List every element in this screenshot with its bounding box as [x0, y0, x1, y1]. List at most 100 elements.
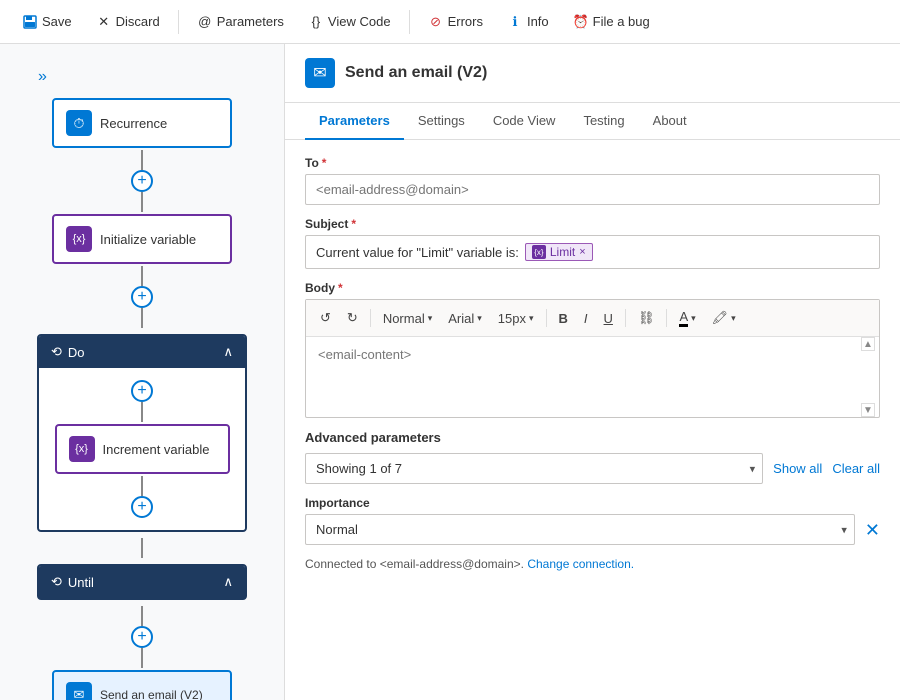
init-variable-label: Initialize variable: [100, 232, 196, 247]
body-scrollbar-area: <email-content> ▲ ▼: [306, 337, 879, 417]
add-step-do-bottom[interactable]: +: [131, 496, 153, 518]
do-icon: ⟲: [51, 344, 62, 360]
subject-field[interactable]: Current value for "Limit" variable is: {…: [305, 235, 880, 269]
body-editor: ↺ ↻ Normal ▾ Arial ▾ 15px ▾: [305, 299, 880, 418]
line-do-b: [141, 476, 143, 496]
clear-all-button[interactable]: Clear all: [832, 461, 880, 476]
token-label: Limit: [550, 245, 575, 259]
add-step-3[interactable]: +: [131, 626, 153, 648]
editor-sep-4: [666, 309, 667, 327]
importance-field-label: Importance: [305, 496, 880, 510]
tab-settings[interactable]: Settings: [404, 103, 479, 140]
toolbar-divider-2: [409, 10, 410, 34]
increment-variable-node[interactable]: {x} Increment variable: [55, 424, 230, 474]
add-step-2[interactable]: +: [131, 286, 153, 308]
tab-about[interactable]: About: [639, 103, 701, 140]
line-1b: [141, 192, 143, 212]
parameters-button[interactable]: @ Parameters: [187, 10, 294, 34]
send-email-node[interactable]: ✉ Send an email (V2) ⛓: [52, 670, 232, 700]
highlight-chevron: ▾: [731, 313, 736, 324]
recurrence-node[interactable]: ⏱ Recurrence: [52, 98, 232, 148]
line-3: [141, 538, 143, 558]
undo-button[interactable]: ↺: [314, 307, 337, 329]
subject-required: *: [351, 217, 356, 231]
send-email-label: Send an email (V2): [100, 688, 203, 700]
scroll-up-arrow[interactable]: ▲: [861, 337, 875, 351]
font-dropdown[interactable]: Arial ▾: [442, 308, 488, 329]
editor-toolbar: ↺ ↻ Normal ▾ Arial ▾ 15px ▾: [306, 300, 879, 337]
connector-4: +: [131, 606, 153, 668]
italic-button[interactable]: I: [578, 308, 594, 329]
increment-variable-icon: {x}: [69, 436, 95, 462]
showing-select-wrap: Showing 1 of 7 ▾: [305, 453, 763, 484]
bug-icon: ⏰: [573, 14, 589, 30]
connector-3: [141, 538, 143, 558]
expand-panel-button[interactable]: »: [30, 64, 55, 90]
change-connection-link[interactable]: Change connection.: [527, 557, 634, 571]
view-code-button[interactable]: {} View Code: [298, 10, 401, 34]
remove-importance-button[interactable]: ✕: [865, 521, 880, 539]
connector-do-top: +: [131, 380, 153, 422]
right-panel: ✉ Send an email (V2) Parameters Settings…: [285, 44, 900, 700]
tab-parameters[interactable]: Parameters: [305, 103, 404, 140]
until-collapse-icon[interactable]: ∧: [223, 574, 233, 590]
showing-select[interactable]: Showing 1 of 7: [305, 453, 763, 484]
tab-testing[interactable]: Testing: [569, 103, 638, 140]
save-icon: [22, 14, 38, 30]
add-step-do-top[interactable]: +: [131, 380, 153, 402]
scroll-down-arrow[interactable]: ▼: [861, 403, 875, 417]
do-collapse-icon[interactable]: ∧: [223, 344, 233, 360]
token-icon: {x}: [532, 245, 546, 259]
until-header-left: ⟲ Until: [51, 574, 94, 590]
do-container: ⟲ Do ∧ + {x} Increment variable +: [37, 334, 247, 532]
tab-code-view[interactable]: Code View: [479, 103, 570, 140]
font-chevron: ▾: [477, 313, 482, 324]
line-4: [141, 606, 143, 626]
do-body: + {x} Increment variable +: [39, 368, 245, 530]
save-button[interactable]: Save: [12, 10, 82, 34]
connector-2: +: [131, 266, 153, 328]
parameters-icon: @: [197, 14, 213, 30]
recurrence-label: Recurrence: [100, 116, 167, 131]
errors-icon: ⊘: [428, 14, 444, 30]
highlight-dropdown[interactable]: 🖍 ▾: [706, 307, 742, 329]
style-chevron: ▾: [428, 313, 433, 324]
line-4b: [141, 648, 143, 668]
errors-button[interactable]: ⊘ Errors: [418, 10, 493, 34]
discard-button[interactable]: ✕ Discard: [86, 10, 170, 34]
redo-button[interactable]: ↻: [341, 307, 364, 329]
line-do: [141, 402, 143, 422]
token-remove[interactable]: ×: [579, 246, 585, 258]
font-color-dropdown[interactable]: A ▾: [673, 306, 701, 330]
do-header[interactable]: ⟲ Do ∧: [39, 336, 245, 368]
to-input[interactable]: [305, 174, 880, 205]
init-variable-icon: {x}: [66, 226, 92, 252]
init-variable-node[interactable]: {x} Initialize variable: [52, 214, 232, 264]
add-step-1[interactable]: +: [131, 170, 153, 192]
line-1: [141, 150, 143, 170]
flow-canvas: » ⏱ Recurrence + {x} Initialize variable…: [0, 44, 285, 700]
info-button[interactable]: ℹ Info: [497, 10, 559, 34]
connection-text: Connected to <email-address@domain>.: [305, 557, 524, 571]
advanced-params-label: Advanced parameters: [305, 430, 880, 445]
panel-header: ✉ Send an email (V2): [285, 44, 900, 103]
subject-field-label: Subject *: [305, 217, 880, 231]
subject-text: Current value for "Limit" variable is:: [316, 245, 519, 260]
toolbar-divider-1: [178, 10, 179, 34]
line-2: [141, 266, 143, 286]
style-dropdown[interactable]: Normal ▾: [377, 308, 438, 329]
underline-button[interactable]: U: [598, 308, 619, 329]
increment-variable-label: Increment variable: [103, 442, 210, 457]
show-all-button[interactable]: Show all: [773, 461, 822, 476]
size-dropdown[interactable]: 15px ▾: [492, 308, 540, 329]
bold-button[interactable]: B: [553, 308, 574, 329]
panel-content: To * Subject * Current value for "Limit"…: [285, 140, 900, 700]
importance-select[interactable]: Low Normal High: [305, 514, 855, 545]
do-header-left: ⟲ Do: [51, 344, 85, 360]
connection-info: Connected to <email-address@domain>. Cha…: [305, 557, 880, 571]
until-header[interactable]: ⟲ Until ∧: [39, 566, 245, 598]
body-content-area[interactable]: <email-content>: [306, 337, 879, 417]
size-chevron: ▾: [529, 313, 534, 324]
file-bug-button[interactable]: ⏰ File a bug: [563, 10, 660, 34]
link-button[interactable]: ⛓: [632, 307, 661, 329]
